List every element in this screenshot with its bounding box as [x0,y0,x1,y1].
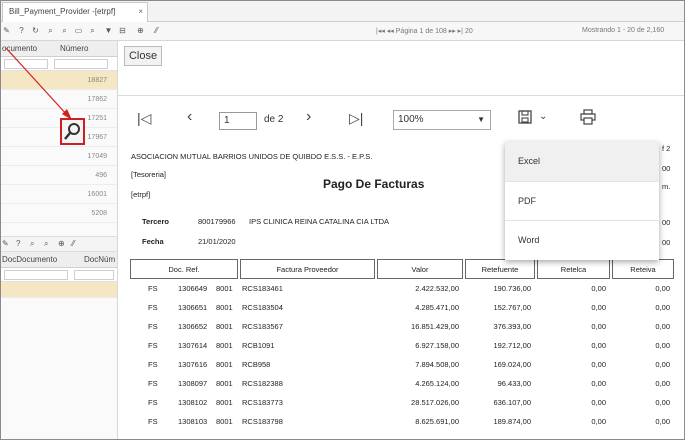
magnifier-highlight[interactable] [60,118,85,145]
magnifier-icon [64,123,80,140]
annotation-arrow [5,47,72,120]
